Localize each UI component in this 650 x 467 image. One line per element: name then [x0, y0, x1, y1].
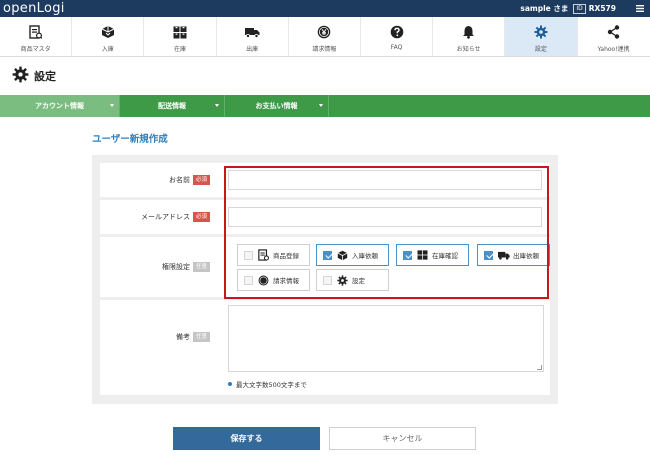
optional-badge: 任意	[192, 332, 210, 342]
permission-outbound-request[interactable]: 出庫依頼	[477, 244, 550, 266]
nav-label: Yahoo!連携	[597, 46, 630, 53]
form-row-remarks: 備考 任意 最大文字数500文字まで	[100, 300, 550, 395]
permission-label: 出庫依頼	[513, 252, 539, 260]
inventory-icon	[416, 249, 429, 262]
name-label-text: お名前	[168, 176, 190, 184]
tab-label: 配送情報	[158, 102, 186, 110]
name-label: お名前 必須	[169, 175, 210, 185]
outbound-truck-icon	[244, 24, 260, 40]
save-button[interactable]: 保存する	[173, 427, 320, 450]
checkbox-checked[interactable]	[484, 250, 493, 260]
billing-icon	[316, 24, 332, 40]
email-label-text: メールアドレス	[140, 213, 190, 221]
resize-handle-icon[interactable]	[537, 365, 542, 370]
tab-account-info[interactable]: アカウント情報	[0, 95, 120, 117]
inventory-icon	[172, 24, 188, 40]
permissions-label: 権限設定 任意	[162, 262, 210, 272]
permission-label: 設定	[352, 277, 365, 285]
id-label: ID	[573, 3, 586, 14]
checkbox-checked[interactable]	[403, 250, 412, 260]
nav-item-inbound[interactable]: 入庫	[72, 17, 145, 56]
inbound-icon	[336, 249, 349, 262]
email-label: メールアドレス 必須	[141, 212, 210, 222]
help-icon	[389, 24, 405, 40]
nav-item-outbound[interactable]: 出庫	[217, 17, 289, 56]
top-bar: openLogi sample さま ID RX579	[0, 0, 650, 17]
user-id: RX579	[588, 4, 616, 13]
bell-icon	[461, 24, 477, 40]
billing-icon	[257, 274, 270, 287]
nav-item-yahoo[interactable]: Yahoo!連携	[578, 17, 650, 56]
form-heading: ユーザー新規作成	[92, 134, 168, 145]
nav-item-news[interactable]: お知らせ	[433, 17, 506, 56]
permission-inbound-request[interactable]: 入庫依頼	[316, 244, 389, 266]
permission-product-register[interactable]: 商品登録	[237, 244, 310, 266]
permission-label: 請求情報	[273, 277, 299, 285]
chevron-down-icon	[319, 104, 323, 107]
outbound-truck-icon	[497, 249, 510, 262]
nav-label: FAQ	[390, 44, 403, 51]
remarks-label-text: 備考	[175, 333, 190, 341]
email-input[interactable]	[228, 207, 542, 227]
permissions-label-text: 権限設定	[161, 263, 190, 271]
nav-label: お知らせ	[456, 46, 481, 53]
permission-settings[interactable]: 設定	[316, 269, 389, 291]
cancel-button[interactable]: キャンセル	[329, 427, 476, 450]
user-name[interactable]: sample さま	[520, 3, 568, 14]
share-icon	[606, 24, 622, 40]
tab-label: アカウント情報	[35, 102, 84, 110]
permission-inventory-check[interactable]: 在庫確認	[396, 244, 469, 266]
max-length-note: 最大文字数500文字まで	[228, 379, 307, 389]
tab-payment-info[interactable]: お支払い情報	[225, 95, 329, 117]
nav-label: 出庫	[246, 46, 259, 53]
tab-label: お支払い情報	[255, 102, 298, 110]
permission-label: 入庫依頼	[352, 252, 378, 260]
remarks-label: 備考 任意	[176, 332, 210, 342]
tab-shipping-info[interactable]: 配送情報	[120, 95, 225, 117]
inbound-icon	[100, 24, 116, 40]
permission-billing-info[interactable]: 請求情報	[237, 269, 310, 291]
nav-label: 設定	[534, 46, 547, 53]
form-row-permissions: 権限設定 任意 商品登録 入庫依頼 在庫確認 出庫依頼 請求情報 設定	[100, 237, 550, 297]
logo[interactable]: openLogi	[3, 1, 65, 16]
user-form-panel: お名前 必須 メールアドレス 必須 権限設定 任意 商品登録 入庫依頼 在庫確認…	[92, 155, 558, 404]
settings-tabbar: アカウント情報 配送情報 お支払い情報	[0, 95, 650, 117]
note-text: 最大文字数500文字まで	[236, 381, 307, 389]
permission-label: 商品登録	[273, 252, 299, 260]
form-row-email: メールアドレス 必須	[100, 200, 550, 234]
nav-item-settings[interactable]: 設定	[505, 17, 578, 56]
main-nav: 商品マスタ 入庫 在庫 出庫 請求情報 FAQ お知らせ 設定 Yahoo!連携	[0, 17, 650, 57]
nav-label: 請求情報	[312, 46, 337, 53]
chevron-down-icon	[110, 104, 114, 107]
page-title: 設定	[12, 66, 56, 86]
nav-label: 入庫	[101, 46, 114, 53]
product-register-icon	[257, 249, 270, 262]
nav-label: 商品マスタ	[20, 46, 51, 53]
product-master-icon	[28, 24, 44, 40]
checkbox[interactable]	[244, 250, 253, 260]
nav-item-inventory[interactable]: 在庫	[144, 17, 217, 56]
checkbox[interactable]	[244, 275, 253, 285]
user-area: sample さま ID RX579	[520, 0, 650, 17]
bullet-icon	[228, 382, 232, 386]
gear-icon	[336, 274, 349, 287]
nav-item-billing[interactable]: 請求情報	[289, 17, 361, 56]
remarks-textarea[interactable]	[228, 305, 544, 372]
chevron-down-icon	[215, 104, 219, 107]
nav-label: 在庫	[173, 46, 186, 53]
name-input[interactable]	[228, 170, 542, 190]
gear-icon	[533, 24, 549, 40]
gear-icon	[12, 66, 29, 86]
permission-label: 在庫確認	[432, 252, 458, 260]
checkbox[interactable]	[323, 275, 332, 285]
required-badge: 必須	[192, 212, 210, 222]
form-row-name: お名前 必須	[100, 163, 550, 197]
optional-badge: 任意	[192, 262, 210, 272]
hamburger-menu-icon[interactable]	[630, 0, 650, 17]
page-title-text: 設定	[34, 70, 56, 83]
nav-item-product-master[interactable]: 商品マスタ	[0, 17, 73, 56]
nav-item-faq[interactable]: FAQ	[361, 17, 434, 56]
required-badge: 必須	[192, 175, 210, 185]
checkbox-checked[interactable]	[323, 250, 332, 260]
